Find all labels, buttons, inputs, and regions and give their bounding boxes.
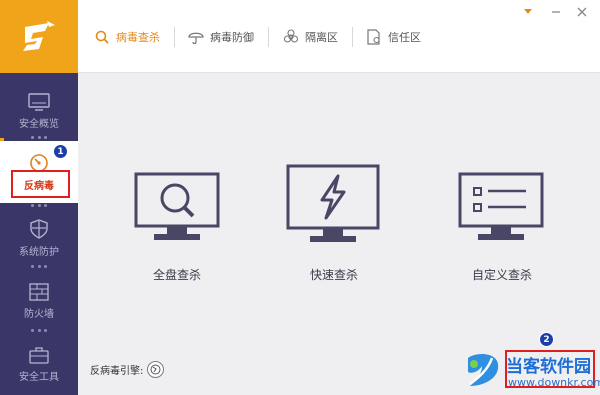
trust-file-icon [366, 29, 382, 45]
watermark-logo-icon [468, 354, 499, 386]
tab-virus-defense[interactable]: 病毒防御 [188, 28, 254, 46]
magnifier-monitor-icon [134, 172, 220, 240]
minimize-icon[interactable] [548, 4, 564, 20]
sidebar-item-system-protection[interactable]: 系统防护 [0, 207, 78, 269]
quick-scan-label: 快速查杀 [309, 268, 358, 282]
sidebar-item-label: 系统防护 [19, 246, 59, 258]
sidebar-item-label: 安全概览 [19, 118, 59, 130]
custom-scan-option[interactable] [448, 160, 568, 254]
tab-label: 病毒防御 [210, 31, 254, 44]
divider-dots [31, 265, 47, 269]
tab-label: 病毒查杀 [116, 31, 160, 44]
sidebar-item-label: 防火墙 [24, 308, 54, 320]
quick-scan-option[interactable] [276, 160, 396, 254]
watermark-url: www.downkr.com [508, 376, 600, 389]
umbrella-icon [188, 29, 204, 45]
tab-divider [174, 27, 175, 47]
tab-quarantine[interactable]: 隔离区 [283, 28, 338, 46]
tab-divider [268, 27, 269, 47]
search-icon [94, 29, 110, 45]
toolbox-icon [29, 346, 49, 364]
watermark-text: 当客软件园 [506, 357, 591, 377]
tab-divider [352, 27, 353, 47]
full-scan-label: 全盘查杀 [152, 268, 201, 282]
engine-label: 反病毒引擎: [90, 366, 144, 377]
checklist-monitor-icon [458, 172, 544, 240]
step-badge-1: 1 [53, 144, 68, 159]
app-logo [0, 0, 78, 73]
highlight-box-1 [11, 170, 70, 198]
sidebar-item-security-tools[interactable]: 安全工具 [0, 333, 78, 395]
sidebar-item-label: 安全工具 [19, 371, 59, 383]
biohazard-icon [283, 29, 299, 45]
engine-globe-icon[interactable] [147, 361, 165, 378]
menu-icon[interactable] [520, 4, 536, 20]
tab-label: 隔离区 [305, 31, 338, 44]
tab-trust-zone[interactable]: 信任区 [366, 28, 421, 46]
logo-icon [23, 20, 55, 51]
divider-dots [31, 136, 47, 140]
sidebar-item-firewall[interactable]: 防火墙 [0, 270, 78, 332]
close-icon[interactable] [574, 4, 590, 20]
engine-info: 反病毒引擎: [90, 361, 165, 378]
full-scan-option[interactable] [120, 160, 240, 254]
step-badge-2: 2 [539, 332, 554, 347]
sidebar-item-overview[interactable]: 安全概览 [0, 80, 78, 142]
firewall-icon [29, 282, 49, 301]
tab-virus-scan[interactable]: 病毒查杀 [94, 28, 160, 46]
watermark: 当客软件园 www.downkr.com [462, 350, 600, 395]
top-bar: 病毒查杀 病毒防御 隔离区 信任区 [78, 0, 600, 73]
tab-label: 信任区 [388, 31, 421, 44]
custom-scan-label: 自定义查杀 [471, 268, 532, 282]
monitor-icon [28, 92, 50, 111]
shield-icon [30, 218, 48, 239]
lightning-monitor-icon [286, 164, 380, 242]
